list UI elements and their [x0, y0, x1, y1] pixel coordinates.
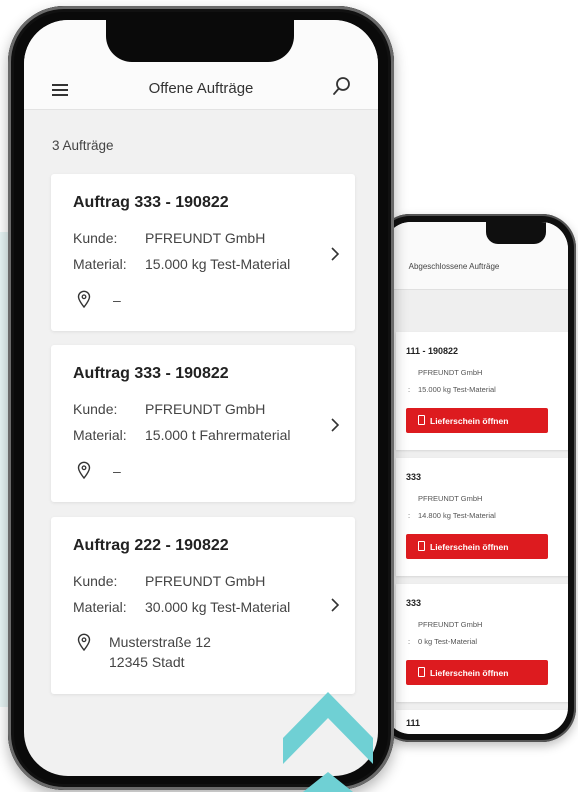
front-phone-notch: [106, 20, 294, 62]
location-pin-icon: [77, 633, 91, 651]
material-value: 15.000 kg Test-Material: [145, 256, 291, 272]
back-order-card[interactable]: 111 - 190822 PFREUNDT GmbH : 15.000 kg T…: [396, 332, 568, 450]
location-pin-icon: [77, 461, 91, 479]
document-icon: [418, 415, 425, 425]
back-phone-screen: Abgeschlossene Aufträge 111 - 190822 PFR…: [384, 222, 568, 734]
material-value: 15.000 t Fahrermaterial: [145, 427, 291, 443]
back-phone: Abgeschlossene Aufträge 111 - 190822 PFR…: [376, 214, 576, 742]
front-phone: Offene Aufträge 3 Aufträge Auftrag 333 -…: [8, 6, 394, 790]
chevron-right-icon[interactable]: [329, 597, 341, 613]
order-title: Auftrag 222 - 190822: [73, 537, 229, 554]
back-order-title: 111 - 190822: [406, 346, 459, 356]
back-order-title: 333: [406, 598, 422, 608]
back-order-card[interactable]: 333 PFREUNDT GmbH : 0 kg Test-Material L…: [396, 584, 568, 702]
customer-label: Kunde:: [73, 401, 118, 417]
delivery-note-button-label: Lieferschein öffnen: [430, 416, 509, 426]
location-pin-icon: [77, 290, 91, 308]
location-value: –: [113, 463, 121, 479]
teal-chevron-decoration-icon: [283, 692, 373, 792]
search-icon[interactable]: [332, 76, 352, 98]
back-phone-notch: [486, 222, 546, 244]
back-order-colon: :: [408, 385, 411, 394]
back-order-card[interactable]: 333 PFREUNDT GmbH : 14.800 kg Test-Mater…: [396, 458, 568, 576]
material-label: Material:: [73, 427, 127, 443]
delivery-note-button[interactable]: Lieferschein öffnen: [406, 534, 548, 559]
order-card[interactable]: Auftrag 222 - 190822 Kunde: PFREUNDT Gmb…: [51, 517, 355, 694]
delivery-note-button-label: Lieferschein öffnen: [430, 542, 509, 552]
document-icon: [418, 667, 425, 677]
hamburger-menu-icon[interactable]: [52, 84, 68, 96]
back-order-material: 14.800 kg Test-Material: [418, 511, 496, 520]
document-icon: [418, 541, 425, 551]
front-phone-screen: Offene Aufträge 3 Aufträge Auftrag 333 -…: [24, 20, 378, 776]
order-card[interactable]: Auftrag 333 - 190822 Kunde: PFREUNDT Gmb…: [51, 345, 355, 502]
customer-value: PFREUNDT GmbH: [145, 230, 266, 246]
customer-value: PFREUNDT GmbH: [145, 401, 266, 417]
back-order-colon: :: [408, 637, 411, 646]
customer-label: Kunde:: [73, 230, 118, 246]
location-city: 12345 Stadt: [109, 654, 185, 670]
chevron-right-icon[interactable]: [329, 417, 341, 433]
delivery-note-button[interactable]: Lieferschein öffnen: [406, 408, 548, 433]
back-order-card[interactable]: 111: [396, 710, 568, 734]
back-order-customer: PFREUNDT GmbH: [418, 494, 483, 503]
chevron-right-icon[interactable]: [329, 246, 341, 262]
delivery-note-button-label: Lieferschein öffnen: [430, 668, 509, 678]
back-order-customer: PFREUNDT GmbH: [418, 368, 483, 377]
order-title: Auftrag 333 - 190822: [73, 365, 229, 382]
order-count-label: 3 Aufträge: [52, 138, 114, 153]
back-order-title: 111: [406, 718, 421, 728]
back-order-material: 0 kg Test-Material: [418, 637, 478, 646]
back-order-title: 333: [406, 472, 422, 482]
material-label: Material:: [73, 599, 127, 615]
back-order-material: 15.000 kg Test-Material: [418, 385, 496, 394]
delivery-note-button[interactable]: Lieferschein öffnen: [406, 660, 548, 685]
back-order-customer: PFREUNDT GmbH: [418, 620, 483, 629]
customer-label: Kunde:: [73, 573, 118, 589]
material-value: 30.000 kg Test-Material: [145, 599, 291, 615]
order-title: Auftrag 333 - 190822: [73, 194, 229, 211]
page-title: Offene Aufträge: [148, 80, 254, 97]
back-page-title: Abgeschlossene Aufträge: [408, 262, 500, 271]
customer-value: PFREUNDT GmbH: [145, 573, 266, 589]
back-order-colon: :: [408, 511, 411, 520]
material-label: Material:: [73, 256, 127, 272]
location-value: –: [113, 292, 121, 308]
order-card[interactable]: Auftrag 333 - 190822 Kunde: PFREUNDT Gmb…: [51, 174, 355, 331]
location-street: Musterstraße 12: [109, 634, 211, 650]
